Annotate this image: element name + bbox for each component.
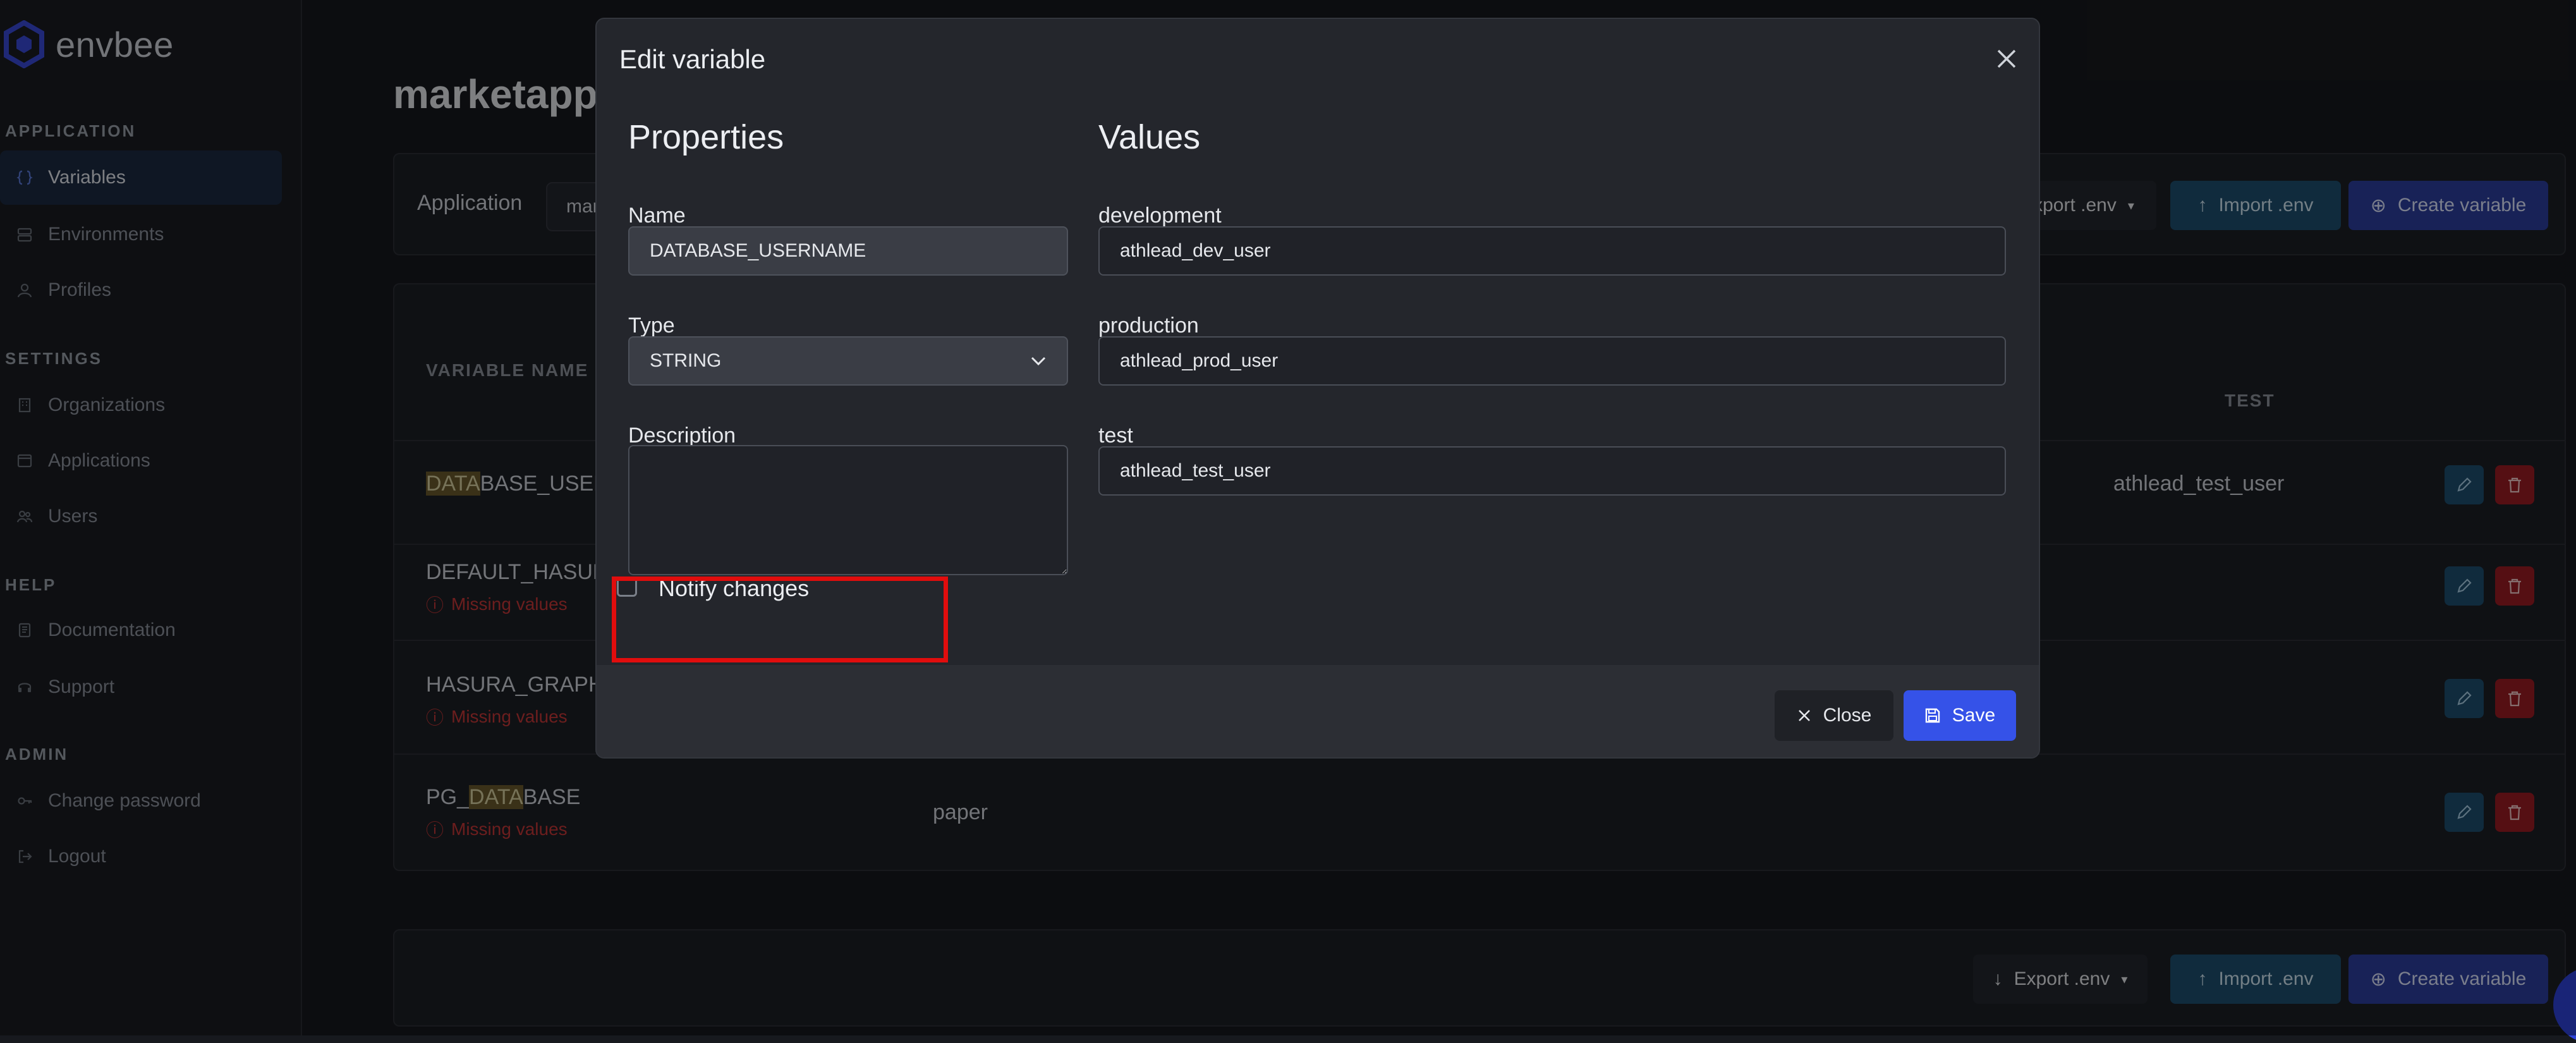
env-label-development: development: [1098, 204, 1222, 228]
properties-heading: Properties: [628, 118, 784, 156]
edit-variable-modal: Edit variable Properties Name DATABASE_U…: [595, 18, 2040, 759]
close-icon[interactable]: [1992, 44, 2021, 73]
description-textarea[interactable]: [628, 445, 1068, 575]
env-label-test: test: [1098, 424, 1133, 448]
env-value-test[interactable]: athlead_test_user: [1098, 446, 2006, 496]
values-heading: Values: [1098, 118, 1201, 156]
type-select-value: STRING: [650, 350, 722, 371]
env-value-development[interactable]: athlead_dev_user: [1098, 226, 2006, 276]
env-label-production: production: [1098, 314, 1199, 338]
close-icon: [1798, 710, 1810, 721]
name-label: Name: [628, 204, 686, 228]
floppy-disk-icon: [1925, 708, 1940, 723]
type-select[interactable]: STRING: [628, 336, 1068, 386]
modal-footer: Close Save: [597, 665, 2039, 757]
close-button[interactable]: Close: [1775, 690, 1893, 741]
type-label: Type: [628, 314, 675, 338]
save-button[interactable]: Save: [1904, 690, 2016, 741]
env-value-production[interactable]: athlead_prod_user: [1098, 336, 2006, 386]
modal-title: Edit variable: [619, 44, 766, 74]
name-field[interactable]: DATABASE_USERNAME: [628, 226, 1068, 276]
chevron-down-icon: [1031, 357, 1046, 366]
save-button-label: Save: [1952, 705, 1996, 726]
close-button-label: Close: [1823, 705, 1872, 726]
highlight-annotation-box: [612, 576, 948, 662]
